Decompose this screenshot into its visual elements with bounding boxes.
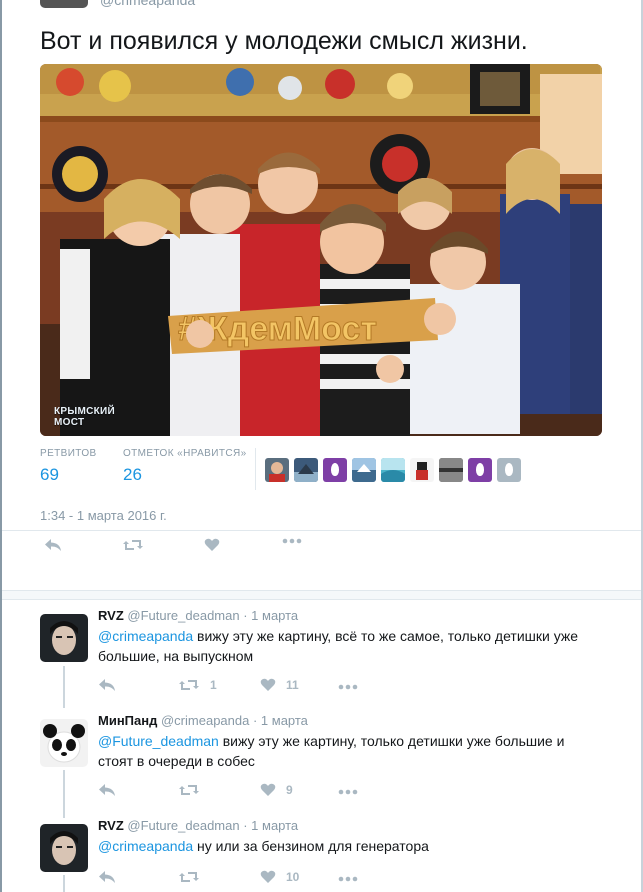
reply-date[interactable]: · 1 марта — [243, 818, 298, 833]
reply-button[interactable] — [98, 870, 116, 884]
reply-button[interactable] — [44, 538, 62, 552]
more-button[interactable] — [338, 876, 358, 882]
liker-avatar-egg[interactable] — [497, 458, 521, 482]
retweet-icon — [179, 680, 199, 690]
section-divider — [2, 590, 641, 600]
more-icon — [282, 538, 302, 544]
liker-avatar-egg[interactable] — [468, 458, 492, 482]
liker-avatar[interactable] — [352, 458, 376, 482]
tweet-text: Вот и появился у молодежи смысл жизни. — [40, 27, 528, 55]
more-button[interactable] — [338, 789, 358, 795]
likes-count: 26 — [123, 465, 142, 484]
photo-logo-line1: КРЫМСКИЙ — [54, 406, 115, 417]
author-handle[interactable]: @crimeapanda — [100, 0, 195, 8]
retweet-button[interactable] — [178, 870, 200, 884]
like-button[interactable]: 11 — [260, 678, 299, 692]
reply-header: МинПанд @crimeapanda · 1 марта — [98, 713, 308, 728]
liker-avatar[interactable] — [439, 458, 463, 482]
thread-line — [63, 666, 65, 708]
like-button[interactable]: 10 — [260, 870, 299, 884]
tweet-stats: РЕТВИТОВ 69 ОТМЕТОК «НРАВИТСЯ» 26 — [40, 448, 602, 492]
reply-button[interactable] — [98, 678, 116, 692]
retweet-icon — [123, 540, 143, 550]
reply-author-handle[interactable]: @Future_deadman — [127, 608, 239, 623]
retweet-button[interactable] — [178, 783, 200, 797]
reply-author-name[interactable]: RVZ — [98, 818, 124, 833]
heart-icon — [204, 538, 220, 551]
heart-icon — [260, 783, 276, 796]
reply-mention[interactable]: @Future_deadman — [98, 733, 219, 749]
thread-line — [63, 770, 65, 818]
reply-actions: 1 11 — [98, 678, 398, 698]
like-count: 11 — [286, 678, 299, 692]
window-frame-left — [0, 0, 2, 892]
retweet-icon — [179, 785, 199, 795]
retweets-count: 69 — [40, 465, 59, 484]
tweet-timestamp[interactable]: 1:34 - 1 марта 2016 г. — [40, 508, 167, 523]
reply-icon — [45, 539, 61, 551]
reply-avatar[interactable] — [40, 614, 88, 662]
tweet-photo[interactable]: #ЖдемМост КРЫМСКИЙ МОСТ — [40, 64, 602, 436]
like-button[interactable] — [204, 538, 220, 552]
reply-header: RVZ @Future_deadman · 1 марта — [98, 608, 298, 623]
retweet-icon — [179, 872, 199, 882]
reply-date[interactable]: · 1 марта — [253, 713, 308, 728]
reply-text: @Future_deadman вижу эту же картину, тол… — [98, 731, 598, 771]
liker-avatar[interactable] — [410, 458, 434, 482]
like-count: 10 — [286, 870, 300, 884]
reply-body: ну или за бензином для генератора — [193, 838, 429, 854]
reply-icon — [99, 784, 115, 796]
reply-icon — [99, 679, 115, 691]
photo-image: #ЖдемМост — [40, 64, 602, 436]
reply-actions: 9 — [98, 783, 398, 803]
liker-avatar[interactable] — [265, 458, 289, 482]
reply-button[interactable] — [98, 783, 116, 797]
reply-author-name[interactable]: RVZ — [98, 608, 124, 623]
stats-separator — [255, 448, 256, 490]
more-button[interactable] — [282, 538, 302, 544]
reply-icon — [99, 871, 115, 883]
retweets-stat[interactable]: РЕТВИТОВ 69 — [40, 448, 97, 485]
more-icon — [338, 789, 358, 795]
retweets-label: РЕТВИТОВ — [40, 448, 97, 459]
like-button[interactable]: 9 — [260, 783, 293, 797]
reply-date[interactable]: · 1 марта — [243, 608, 298, 623]
likes-stat[interactable]: ОТМЕТОК «НРАВИТСЯ» 26 — [123, 448, 247, 485]
heart-icon — [260, 678, 276, 691]
photo-logo-line2: МОСТ — [54, 417, 85, 428]
author-avatar[interactable] — [40, 0, 88, 8]
reply-mention[interactable]: @crimeapanda — [98, 628, 193, 644]
reply-author-handle[interactable]: @crimeapanda — [161, 713, 249, 728]
heart-icon — [260, 870, 276, 883]
more-icon — [338, 684, 358, 690]
thread-line — [63, 875, 65, 892]
more-button[interactable] — [338, 684, 358, 690]
reply-author-handle[interactable]: @Future_deadman — [127, 818, 239, 833]
retweet-button[interactable]: 1 — [178, 678, 217, 692]
retweet-button[interactable] — [122, 538, 144, 552]
reply-author-name[interactable]: МинПанд — [98, 713, 157, 728]
likers-avatars — [265, 458, 526, 482]
likes-label: ОТМЕТОК «НРАВИТСЯ» — [123, 448, 247, 459]
photo-logo: КРЫМСКИЙ МОСТ — [54, 406, 115, 428]
tweet-actions — [40, 538, 340, 558]
liker-avatar[interactable] — [381, 458, 405, 482]
liker-avatar[interactable] — [294, 458, 318, 482]
liker-avatar-egg[interactable] — [323, 458, 347, 482]
reply-mention[interactable]: @crimeapanda — [98, 838, 193, 854]
like-count: 9 — [286, 783, 293, 797]
reply-text: @crimeapanda вижу эту же картину, всё то… — [98, 626, 598, 666]
reply-header: RVZ @Future_deadman · 1 марта — [98, 818, 298, 833]
reply-avatar[interactable] — [40, 719, 88, 767]
reply-avatar[interactable] — [40, 824, 88, 872]
retweet-count: 1 — [210, 678, 217, 692]
divider — [2, 530, 641, 531]
reply-actions: 10 — [98, 870, 398, 890]
reply-text: @crimeapanda ну или за бензином для гене… — [98, 836, 598, 856]
more-icon — [338, 876, 358, 882]
